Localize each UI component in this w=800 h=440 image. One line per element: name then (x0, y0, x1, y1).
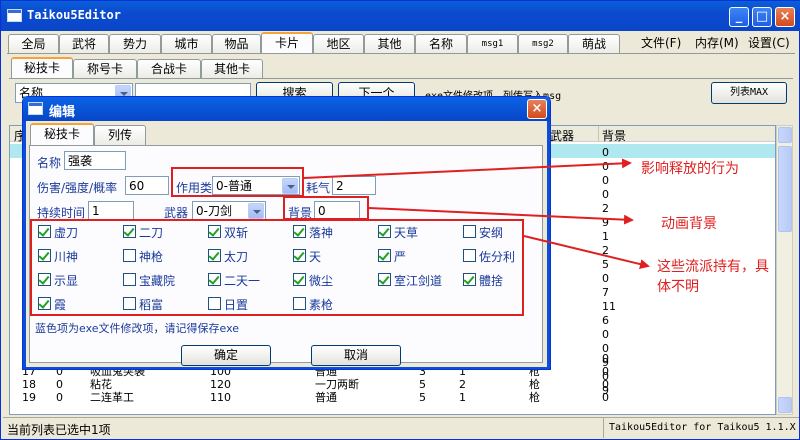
bg-note: 动画背景 (661, 216, 717, 232)
schools-note-line1: 这些流派持有，具 (657, 259, 769, 275)
arrow-bg (368, 207, 634, 225)
arrow-schools (523, 235, 650, 269)
schools-note-line2: 体不明 (657, 279, 699, 295)
effect-note: 影响释放的行为 (641, 161, 739, 177)
arrow-effect (303, 158, 632, 179)
